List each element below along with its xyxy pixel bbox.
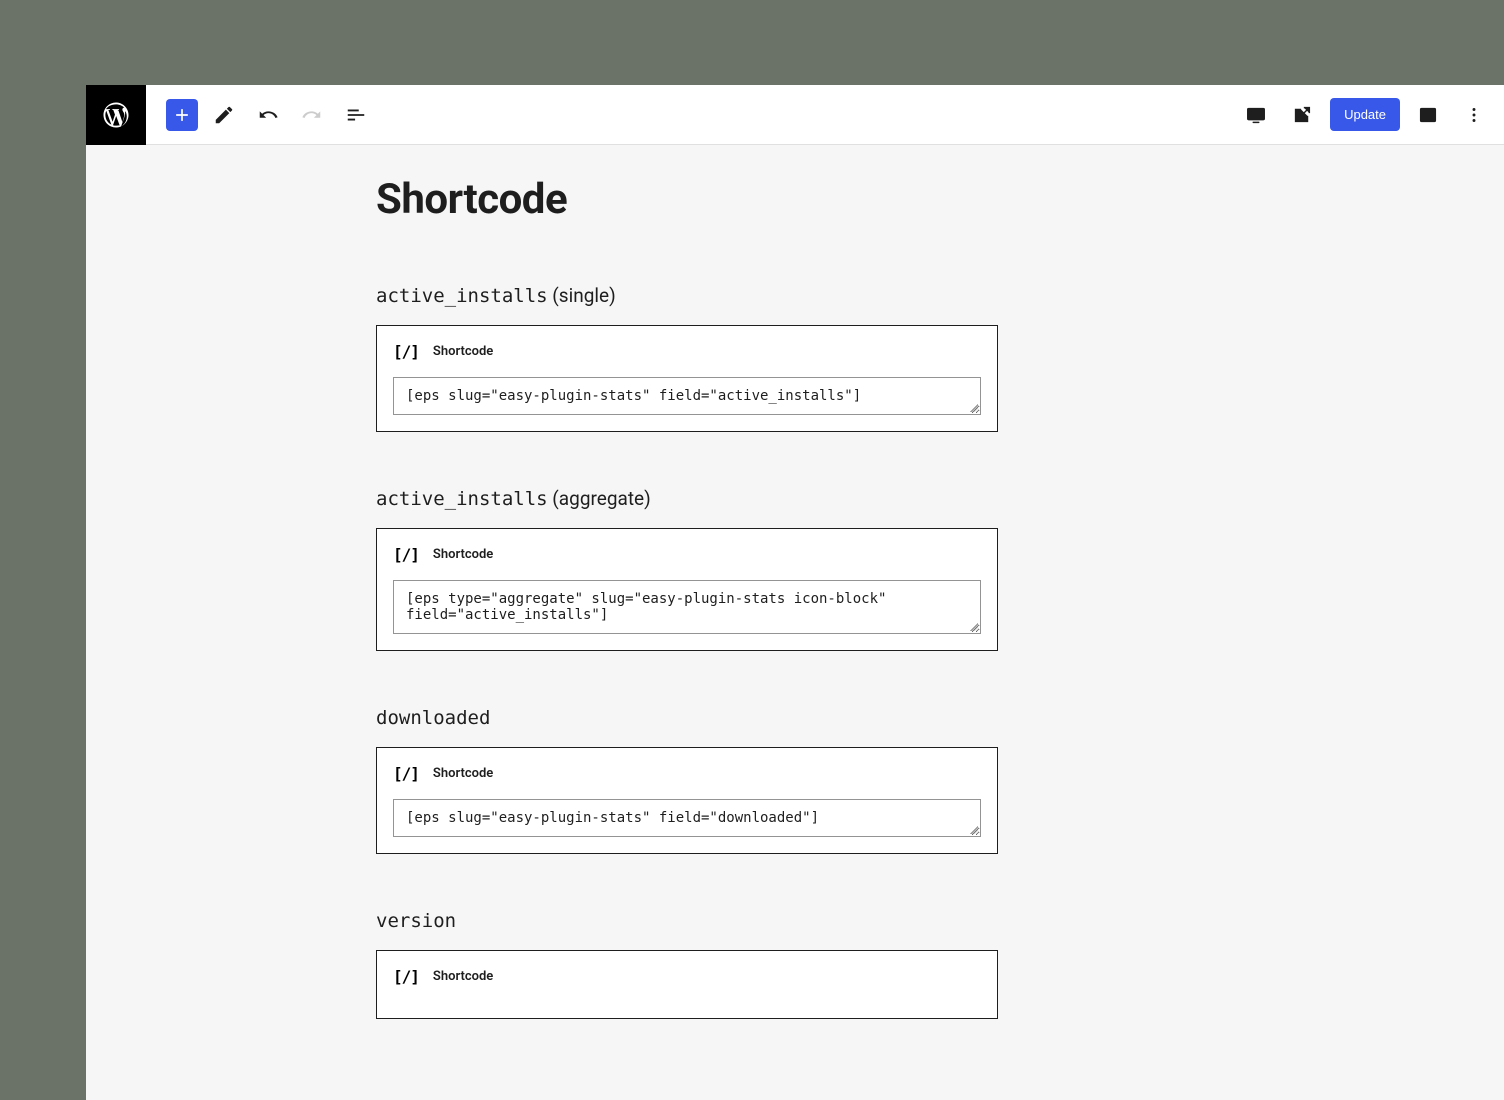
editor-canvas[interactable]: Shortcode active_installs (single) [/] S… [86, 145, 1504, 1100]
block-header: [/] Shortcode [393, 545, 981, 564]
block-header: [/] Shortcode [393, 342, 981, 361]
block-label: Shortcode [433, 344, 493, 359]
shortcode-input[interactable]: [eps type="aggregate" slug="easy-plugin-… [393, 580, 981, 634]
heading-suffix: (aggregate) [548, 487, 651, 510]
block-header: [/] Shortcode [393, 967, 981, 986]
shortcode-icon: [/] [393, 545, 419, 564]
page-title[interactable]: Shortcode [376, 175, 998, 224]
shortcode-icon: [/] [393, 342, 419, 361]
toolbar-right: Update [1238, 97, 1504, 133]
undo-icon[interactable] [250, 97, 286, 133]
shortcode-block[interactable]: [/] Shortcode [376, 950, 998, 1019]
heading-mono: active_installs [376, 285, 548, 307]
shortcode-icon: [/] [393, 967, 419, 986]
section-heading[interactable]: version [376, 909, 998, 932]
shortcode-block[interactable]: [/] Shortcode [eps slug="easy-plugin-sta… [376, 325, 998, 432]
section-heading[interactable]: active_installs (single) [376, 284, 998, 307]
section-heading[interactable]: downloaded [376, 706, 998, 729]
document-outline-icon[interactable] [338, 97, 374, 133]
editor-toolbar: Update [86, 85, 1504, 145]
sidebar-toggle-icon[interactable] [1410, 97, 1446, 133]
editor-frame: Update Shortcode active_installs (single… [86, 85, 1504, 1100]
section-heading[interactable]: active_installs (aggregate) [376, 487, 998, 510]
content-area: Shortcode active_installs (single) [/] S… [376, 175, 998, 1019]
shortcode-block[interactable]: [/] Shortcode [eps type="aggregate" slug… [376, 528, 998, 651]
shortcode-input[interactable]: [eps slug="easy-plugin-stats" field="dow… [393, 799, 981, 837]
wordpress-logo[interactable] [86, 85, 146, 145]
shortcode-icon: [/] [393, 764, 419, 783]
redo-icon [294, 97, 330, 133]
device-preview-icon[interactable] [1238, 97, 1274, 133]
add-block-button[interactable] [166, 99, 198, 131]
heading-mono: version [376, 910, 456, 932]
block-label: Shortcode [433, 547, 493, 562]
view-post-icon[interactable] [1284, 97, 1320, 133]
heading-mono: downloaded [376, 707, 490, 729]
heading-suffix: (single) [548, 284, 616, 307]
shortcode-input[interactable]: [eps slug="easy-plugin-stats" field="act… [393, 377, 981, 415]
toolbar-left [146, 97, 374, 133]
shortcode-block[interactable]: [/] Shortcode [eps slug="easy-plugin-sta… [376, 747, 998, 854]
block-header: [/] Shortcode [393, 764, 981, 783]
more-options-icon[interactable] [1456, 97, 1492, 133]
heading-mono: active_installs [376, 488, 548, 510]
update-button[interactable]: Update [1330, 98, 1400, 131]
block-label: Shortcode [433, 969, 493, 984]
edit-tool-icon[interactable] [206, 97, 242, 133]
block-label: Shortcode [433, 766, 493, 781]
